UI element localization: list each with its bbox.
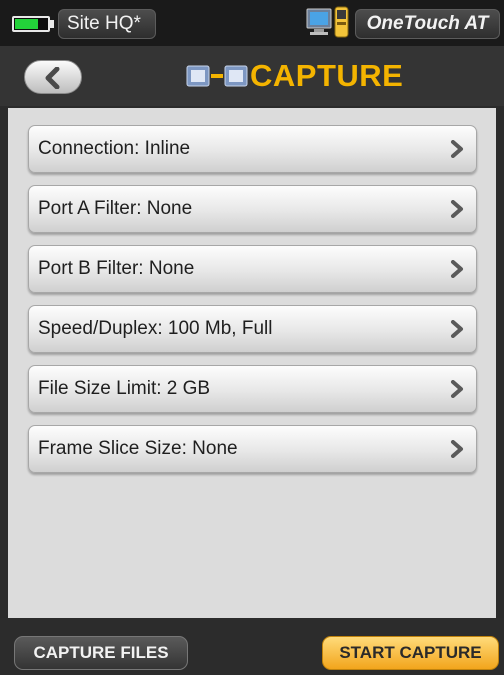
chevron-right-icon (451, 380, 463, 398)
setting-label: File Size Limit: 2 GB (38, 378, 211, 399)
capture-icon (186, 65, 248, 87)
setting-file-size-limit[interactable]: File Size Limit: 2 GB (28, 365, 477, 413)
network-computer-icon[interactable] (306, 6, 352, 47)
start-capture-button[interactable]: START CAPTURE (322, 636, 499, 670)
status-bar: Site HQ* OneTouch AT (0, 0, 504, 46)
setting-port-b-filter[interactable]: Port B Filter: None (28, 245, 477, 293)
setting-label: Connection: Inline (38, 138, 191, 159)
setting-speed-duplex[interactable]: Speed/Duplex: 100 Mb, Full (28, 305, 477, 353)
brand-text: OneTouch AT (366, 13, 489, 34)
chevron-right-icon (451, 440, 463, 458)
setting-label: Frame Slice Size: None (38, 438, 238, 459)
setting-label: Port A Filter: None (38, 198, 193, 219)
setting-frame-slice-size[interactable]: Frame Slice Size: None (28, 425, 477, 473)
bottom-bar: CAPTURE FILES START CAPTURE (0, 618, 504, 675)
battery-level-fill (15, 19, 39, 29)
chevron-left-icon (45, 67, 60, 89)
battery-terminal (50, 20, 54, 28)
site-selector[interactable]: Site HQ* (58, 9, 156, 39)
capture-files-button[interactable]: CAPTURE FILES (14, 636, 188, 670)
title-bar: CAPTURE (0, 46, 504, 106)
page-title: CAPTURE (250, 58, 404, 93)
setting-port-a-filter[interactable]: Port A Filter: None (28, 185, 477, 233)
battery-icon (12, 16, 50, 32)
settings-panel: Connection: Inline Port A Filter: None P… (8, 108, 496, 618)
chevron-right-icon (451, 260, 463, 278)
setting-label: Port B Filter: None (38, 258, 195, 279)
chevron-right-icon (451, 140, 463, 158)
back-button[interactable] (24, 60, 82, 94)
site-name: Site HQ* (67, 13, 141, 34)
chevron-right-icon (451, 320, 463, 338)
brand-label: OneTouch AT (355, 9, 500, 39)
chevron-right-icon (451, 200, 463, 218)
setting-connection[interactable]: Connection: Inline (28, 125, 477, 173)
setting-label: Speed/Duplex: 100 Mb, Full (38, 318, 273, 339)
